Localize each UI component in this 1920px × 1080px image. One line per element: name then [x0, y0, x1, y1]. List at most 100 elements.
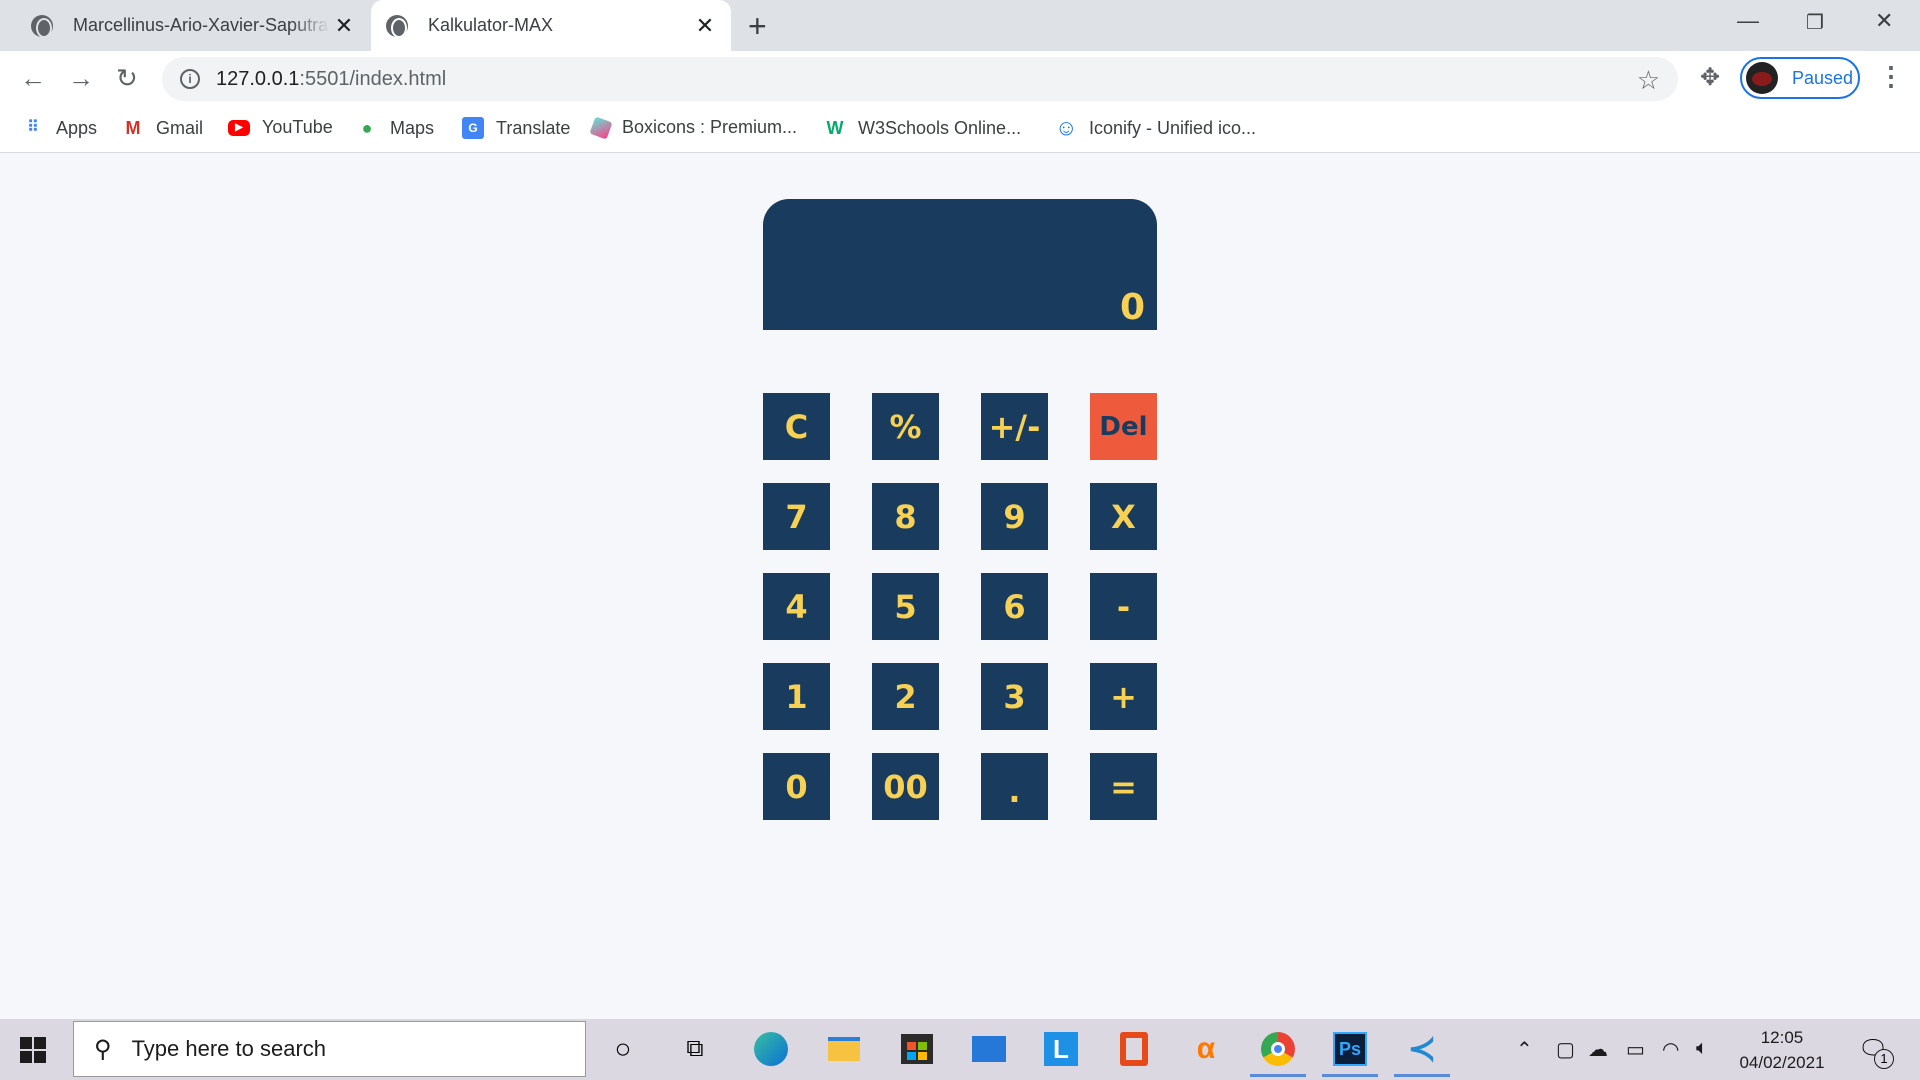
double-zero-button[interactable]: 00	[872, 753, 939, 820]
translate-icon: G	[462, 117, 484, 139]
bookmark-iconify[interactable]: ☺ Iconify - Unified ico...	[1055, 117, 1256, 139]
photoshop-icon[interactable]: Ps	[1322, 1029, 1378, 1077]
bookmark-boxicons[interactable]: Boxicons : Premium...	[589, 115, 798, 140]
digit-5-button[interactable]: 5	[872, 573, 939, 640]
tab-kalkulator-max[interactable]: Kalkulator-MAX ✕	[371, 0, 731, 51]
url-text[interactable]: 127.0.0.1:5501/index.html	[216, 68, 446, 91]
back-button[interactable]: ←	[20, 63, 46, 94]
bookmark-label: W3Schools Online...	[858, 117, 1022, 138]
percent-button[interactable]: %	[872, 393, 939, 460]
digit-0-button[interactable]: 0	[763, 753, 830, 820]
mail-icon[interactable]	[969, 1029, 1009, 1069]
bookmark-translate[interactable]: G Translate	[462, 117, 570, 139]
tab-title: Marcellinus-Ario-Xavier-Saputra	[73, 15, 329, 35]
onedrive-cloud-icon[interactable]: ☁	[1588, 1037, 1608, 1062]
show-hidden-icons-chevron-icon[interactable]: ⌃	[1516, 1037, 1533, 1062]
avast-icon[interactable]: α	[1186, 1029, 1226, 1069]
equals-button[interactable]: =	[1090, 753, 1157, 820]
profile-button[interactable]: Paused	[1740, 57, 1860, 99]
bookmarks-bar: ⠿ Apps M Gmail ▶ YouTube ● Maps G Transl…	[0, 107, 1920, 153]
delete-button[interactable]: Del	[1090, 393, 1157, 460]
digit-9-button[interactable]: 9	[981, 483, 1048, 550]
bookmark-w3schools[interactable]: W W3Schools Online...	[824, 117, 1022, 139]
volume-icon[interactable]: 🔈︎	[1696, 1037, 1708, 1060]
bookmark-apps[interactable]: ⠿ Apps	[22, 117, 97, 139]
wifi-icon[interactable]: ◠	[1662, 1037, 1679, 1062]
digit-4-button[interactable]: 4	[763, 573, 830, 640]
cortana-icon[interactable]: ○	[603, 1029, 643, 1069]
taskbar-search-box[interactable]: ⚲ Type here to search	[73, 1021, 586, 1077]
apps-grid-icon: ⠿	[27, 119, 39, 136]
chrome-icon[interactable]	[1250, 1029, 1306, 1077]
tab-title: Kalkulator-MAX	[428, 15, 554, 35]
office-icon[interactable]	[1114, 1029, 1154, 1069]
digit-3-button[interactable]: 3	[981, 663, 1048, 730]
profile-label: Paused	[1792, 67, 1854, 88]
notification-center-icon[interactable]: 🗨︎ 1	[1858, 1035, 1894, 1069]
battery-icon[interactable]: ▭	[1626, 1037, 1645, 1062]
address-bar[interactable]: i 127.0.0.1:5501/index.html ☆	[162, 57, 1678, 101]
menu-icon[interactable]: ⋮	[1878, 61, 1904, 92]
digit-7-button[interactable]: 7	[763, 483, 830, 550]
bookmark-gmail[interactable]: M Gmail	[122, 117, 204, 139]
file-explorer-icon[interactable]	[824, 1029, 864, 1069]
bookmark-label: Iconify - Unified ico...	[1089, 117, 1257, 138]
clock-date: 04/02/2021	[1739, 1053, 1825, 1072]
close-tab-icon[interactable]: ✕	[691, 13, 719, 39]
youtube-icon: ▶	[228, 119, 250, 136]
boxicons-icon	[589, 115, 613, 140]
globe-icon	[386, 14, 408, 38]
url-host: 127.0.0.1	[216, 67, 300, 90]
url-path: :5501/index.html	[299, 67, 447, 90]
digit-6-button[interactable]: 6	[981, 573, 1048, 640]
extensions-icon[interactable]: ✥	[1700, 63, 1720, 92]
l-app-icon[interactable]: L	[1041, 1029, 1081, 1069]
store-icon[interactable]	[897, 1029, 937, 1069]
bookmark-label: Maps	[390, 117, 435, 138]
subtract-button[interactable]: -	[1090, 573, 1157, 640]
meet-now-icon[interactable]: ▢	[1556, 1037, 1575, 1062]
tab-strip: Marcellinus-Ario-Xavier-Saputra ✕ Kalkul…	[0, 0, 1920, 51]
bookmark-youtube[interactable]: ▶ YouTube	[228, 117, 333, 138]
tab-marcellinus[interactable]: Marcellinus-Ario-Xavier-Saputra ✕	[16, 0, 370, 51]
calculator-display: 0	[763, 199, 1157, 330]
restore-button[interactable]: ❐	[1806, 10, 1824, 35]
multiply-button[interactable]: X	[1090, 483, 1157, 550]
close-tab-icon[interactable]: ✕	[330, 13, 358, 39]
bookmark-label: YouTube	[262, 117, 333, 137]
digit-8-button[interactable]: 8	[872, 483, 939, 550]
w3schools-icon: W	[826, 118, 844, 138]
globe-icon	[31, 14, 53, 38]
maps-pin-icon: ●	[361, 118, 373, 138]
vscode-icon[interactable]: ≺	[1394, 1029, 1450, 1077]
search-placeholder: Type here to search	[131, 1036, 327, 1061]
smiley-icon: ☺	[1055, 115, 1078, 140]
notification-count-badge: 1	[1874, 1049, 1894, 1069]
add-button[interactable]: +	[1090, 663, 1157, 730]
close-window-button[interactable]: ✕	[1875, 8, 1893, 34]
decimal-button[interactable]: .	[981, 753, 1048, 820]
bookmark-star-icon[interactable]: ☆	[1637, 65, 1660, 96]
display-value: 0	[1119, 287, 1145, 328]
task-view-icon[interactable]: ⧉	[675, 1029, 715, 1069]
clock[interactable]: 12:05 04/02/2021	[1722, 1025, 1842, 1075]
negate-button[interactable]: +/-	[981, 393, 1048, 460]
avatar	[1746, 62, 1778, 94]
forward-button[interactable]: →	[68, 63, 94, 94]
digit-2-button[interactable]: 2	[872, 663, 939, 730]
reload-button[interactable]: ↻	[116, 63, 138, 94]
info-icon[interactable]: i	[180, 69, 200, 89]
bookmark-label: Boxicons : Premium...	[622, 117, 798, 137]
new-tab-button[interactable]: +	[748, 8, 767, 45]
bookmark-label: Translate	[496, 117, 571, 138]
windows-start-icon[interactable]	[20, 1037, 46, 1063]
clear-button[interactable]: C	[763, 393, 830, 460]
edge-icon[interactable]	[751, 1029, 791, 1069]
digit-1-button[interactable]: 1	[763, 663, 830, 730]
bookmark-label: Apps	[56, 117, 98, 138]
bookmark-label: Gmail	[156, 117, 204, 138]
browser-toolbar: ← → ↻ i 127.0.0.1:5501/index.html ☆ ✥ Pa…	[0, 51, 1920, 107]
minimize-button[interactable]: —	[1737, 8, 1759, 34]
bookmark-maps[interactable]: ● Maps	[356, 117, 434, 139]
taskbar: ⚲ Type here to search ○ ⧉ L α Ps ≺ ⌃ ▢ ☁…	[0, 1019, 1920, 1080]
